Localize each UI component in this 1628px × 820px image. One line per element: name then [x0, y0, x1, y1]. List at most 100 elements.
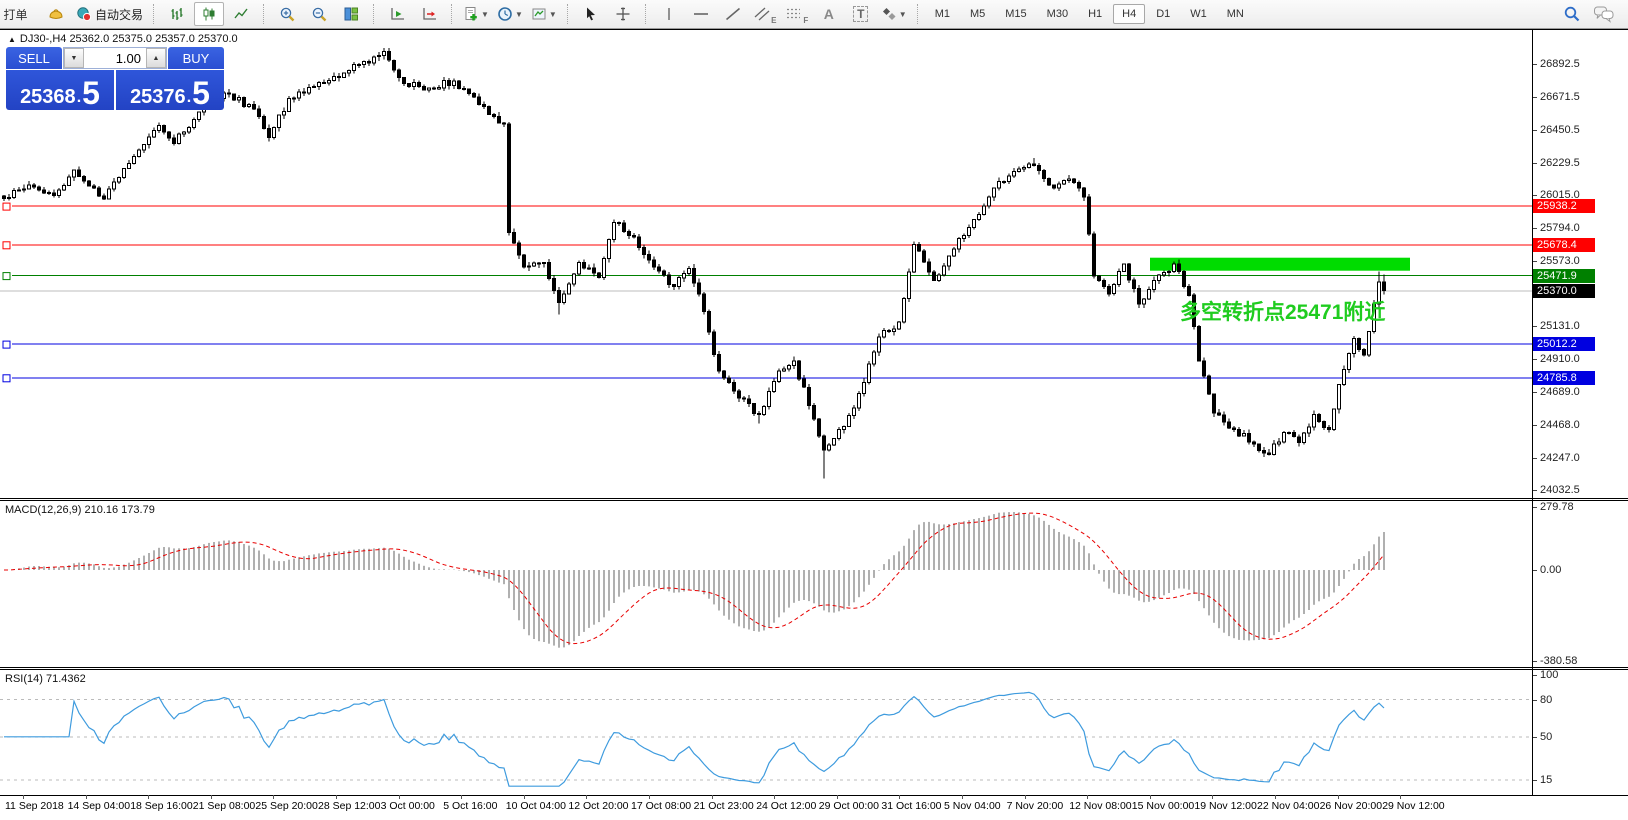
clock-icon — [497, 6, 513, 22]
date-tick — [336, 795, 337, 799]
date-tick — [23, 795, 24, 799]
candlestick-button[interactable] — [194, 2, 224, 26]
level-line-handle[interactable] — [3, 341, 10, 348]
level-line-handle[interactable] — [3, 203, 10, 210]
zoom-out-button[interactable] — [304, 2, 334, 26]
auto-scroll-button[interactable] — [382, 2, 412, 26]
axis-tick — [1533, 490, 1537, 491]
periods-clock-button[interactable]: ▼ — [494, 2, 526, 26]
main-toolbar: 打单 自动交易 — [0, 0, 1628, 29]
place-order-button[interactable]: 打单 — [1, 2, 39, 26]
date-label: 11 Sep 2018 — [5, 800, 64, 812]
vertical-line-button[interactable] — [654, 2, 684, 26]
timeframe-button-m5[interactable]: M5 — [961, 4, 994, 24]
axis-tick — [1533, 425, 1537, 426]
date-tick — [837, 795, 838, 799]
timeframe-button-m15[interactable]: M15 — [996, 4, 1035, 24]
level-line-handle[interactable] — [3, 242, 10, 249]
volume-increase-button[interactable]: ▲ — [146, 48, 166, 68]
search-button[interactable] — [1557, 2, 1587, 26]
timeframe-button-d1[interactable]: D1 — [1147, 4, 1179, 24]
chart-template-icon — [531, 6, 547, 22]
trendline-button[interactable] — [718, 2, 748, 26]
line-chart-button[interactable] — [226, 2, 256, 26]
fibonacci-button[interactable]: F — [782, 2, 812, 26]
date-label: 21 Oct 23:00 — [694, 800, 754, 812]
date-tick — [461, 795, 462, 799]
price-chart-canvas[interactable]: 多空转折点25471附近 — [0, 30, 1532, 498]
timeframe-button-mn[interactable]: MN — [1218, 4, 1253, 24]
timeframe-button-h4[interactable]: H4 — [1113, 4, 1145, 24]
volume-input[interactable] — [84, 48, 146, 68]
date-label: 12 Oct 20:00 — [568, 800, 628, 812]
crosshair-button[interactable] — [608, 2, 638, 26]
date-label: 14 Sep 04:00 — [68, 800, 130, 812]
autotrading-icon — [76, 6, 92, 22]
cursor-button[interactable] — [576, 2, 606, 26]
text-label-icon: T — [853, 6, 868, 22]
timeframe-button-h1[interactable]: H1 — [1079, 4, 1111, 24]
horizontal-line-button[interactable] — [686, 2, 716, 26]
trendline-icon — [724, 6, 742, 22]
date-label: 15 Nov 00:00 — [1132, 800, 1194, 812]
timeframe-button-m30[interactable]: M30 — [1038, 4, 1077, 24]
date-label: 7 Nov 20:00 — [1007, 800, 1064, 812]
text-tool-button[interactable]: A — [814, 2, 844, 26]
axis-price-label: 26892.5 — [1540, 58, 1580, 70]
axis-tick — [1533, 130, 1537, 131]
sell-price[interactable]: 25368 . 5 — [6, 70, 114, 110]
price-axis: 26892.526671.526450.526229.526015.025794… — [1533, 29, 1628, 820]
cursor-icon — [583, 6, 598, 22]
chart-template-button[interactable]: ▼ — [528, 2, 560, 26]
axis-tick — [1533, 392, 1537, 393]
horizontal-line-icon — [692, 6, 710, 22]
highlight-zone-rect[interactable] — [1150, 258, 1410, 271]
sell-button[interactable]: SELL — [6, 47, 62, 69]
gold-ingot-button[interactable] — [41, 2, 71, 26]
date-tick — [1150, 795, 1151, 799]
text-label-button[interactable]: T — [846, 2, 876, 26]
timeframe-button-m1[interactable]: M1 — [926, 4, 959, 24]
price-level-badge: 25471.9 — [1533, 269, 1595, 283]
zoom-in-button[interactable] — [272, 2, 302, 26]
volume-decrease-button[interactable]: ▼ — [64, 48, 84, 68]
rsi-label: RSI(14) 71.4362 — [5, 673, 86, 685]
macd-chart-canvas[interactable] — [0, 501, 1532, 667]
rsi-chart-canvas[interactable] — [0, 670, 1532, 795]
date-tick — [774, 795, 775, 799]
timeframe-button-w1[interactable]: W1 — [1181, 4, 1216, 24]
level-line-handle[interactable] — [3, 375, 10, 382]
date-label: 25 Sep 20:00 — [255, 800, 317, 812]
buy-price[interactable]: 25376 . 5 — [116, 70, 224, 110]
equidistant-channel-button[interactable]: E — [750, 2, 780, 26]
date-label: 22 Nov 04:00 — [1257, 800, 1319, 812]
toolbar-separator — [451, 4, 454, 24]
axis-tick — [1533, 64, 1537, 65]
fibo-glyph: F — [803, 16, 808, 25]
dropdown-caret-icon: ▼ — [899, 10, 907, 19]
chat-button[interactable] — [1589, 2, 1619, 26]
tile-windows-button[interactable] — [336, 2, 366, 26]
axis-price-label: 26450.5 — [1540, 124, 1580, 136]
chart-shift-button[interactable] — [414, 2, 444, 26]
annotation-text[interactable]: 多空转折点25471附近 — [1180, 300, 1385, 324]
buy-button[interactable]: BUY — [168, 47, 224, 69]
new-order-button[interactable]: ▼ — [460, 2, 492, 26]
autotrading-button[interactable]: 自动交易 — [73, 2, 146, 26]
date-tick — [1212, 795, 1213, 799]
date-tick — [399, 795, 400, 799]
date-label: 29 Oct 00:00 — [819, 800, 879, 812]
bar-chart-button[interactable] — [162, 2, 192, 26]
date-label: 31 Oct 16:00 — [881, 800, 941, 812]
price-level-badge: 25012.2 — [1533, 337, 1595, 351]
date-tick — [586, 795, 587, 799]
toolbar-separator — [645, 4, 648, 24]
date-label: 26 Nov 20:00 — [1320, 800, 1382, 812]
axis-tick — [1533, 97, 1537, 98]
level-line-handle[interactable] — [3, 273, 10, 280]
dropdown-caret-icon: ▼ — [549, 10, 557, 19]
arrows-tool-button[interactable]: ▼ — [878, 2, 910, 26]
sell-price-pip: 5 — [82, 80, 100, 107]
dropdown-caret-icon: ▼ — [515, 10, 523, 19]
toolbar-separator — [263, 4, 266, 24]
